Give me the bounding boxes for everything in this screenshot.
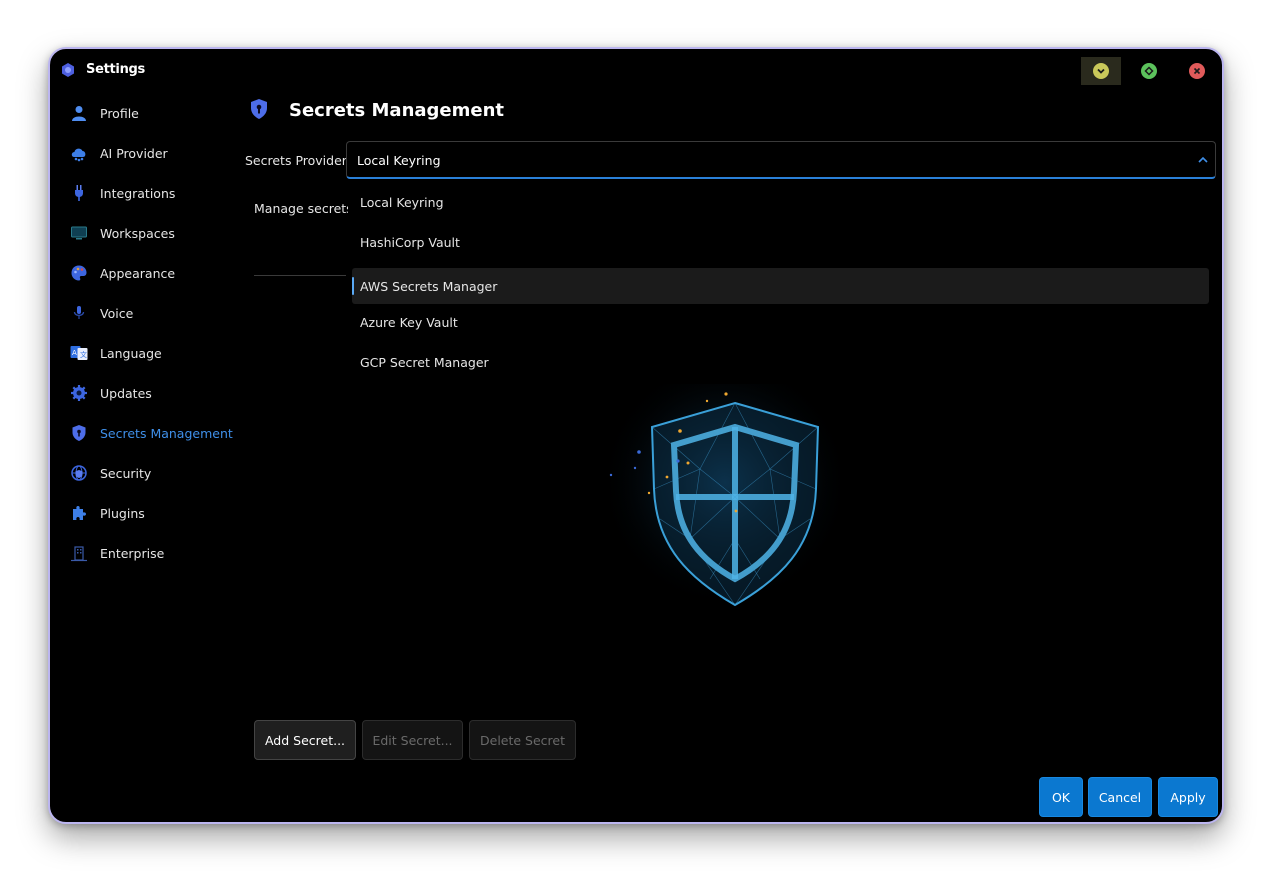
- svg-text:文: 文: [80, 350, 87, 359]
- sidebar-item-profile[interactable]: Profile: [50, 93, 240, 133]
- divider: [254, 275, 346, 276]
- chevron-up-icon: [1198, 156, 1208, 163]
- gear-icon: [70, 384, 88, 402]
- microphone-icon: [70, 304, 88, 322]
- sidebar-item-label: Workspaces: [100, 225, 175, 241]
- svg-text:A: A: [72, 349, 77, 357]
- sidebar-item-updates[interactable]: Updates: [50, 373, 240, 413]
- app-logo-icon: [62, 63, 74, 77]
- sidebar-item-appearance[interactable]: Appearance: [50, 253, 240, 293]
- sidebar-item-integrations[interactable]: Integrations: [50, 173, 240, 213]
- sidebar-item-secrets-management[interactable]: Secrets Management: [50, 413, 240, 453]
- sidebar-item-label: Enterprise: [100, 545, 165, 561]
- shield-keyhole-icon: [70, 424, 88, 442]
- sidebar-item-voice[interactable]: Voice: [50, 293, 240, 333]
- sidebar-item-label: Integrations: [100, 185, 176, 201]
- monitor-icon: [70, 224, 88, 242]
- manage-secrets-text: Manage secrets: [254, 201, 353, 216]
- close-icon: [1189, 63, 1205, 79]
- title-bar[interactable]: Settings: [50, 49, 1222, 91]
- sidebar-item-enterprise[interactable]: Enterprise: [50, 533, 240, 573]
- close-button[interactable]: [1177, 57, 1217, 85]
- sidebar-item-language[interactable]: A文 Language: [50, 333, 240, 373]
- sidebar-item-label: AI Provider: [100, 145, 168, 161]
- building-icon: [70, 544, 88, 562]
- page-title: Secrets Management: [289, 100, 505, 121]
- provider-option-gcp-secret-manager[interactable]: GCP Secret Manager: [352, 344, 1209, 380]
- provider-dropdown-list: Local Keyring HashiCorp Vault AWS Secret…: [348, 184, 1216, 384]
- sidebar-item-ai-provider[interactable]: AI Provider: [50, 133, 240, 173]
- shield-keyhole-icon: [251, 99, 267, 119]
- maximize-button[interactable]: [1129, 57, 1169, 85]
- sidebar-item-security[interactable]: Security: [50, 453, 240, 493]
- window-title: Settings: [86, 62, 145, 77]
- puzzle-icon: [70, 504, 88, 522]
- apply-button[interactable]: Apply: [1158, 777, 1218, 817]
- translate-icon: A文: [70, 344, 88, 362]
- shield-illustration: [609, 379, 840, 609]
- sidebar-item-label: Security: [100, 465, 152, 481]
- sidebar-item-label: Updates: [100, 385, 152, 401]
- sidebar-item-label: Secrets Management: [100, 425, 233, 441]
- sidebar-item-workspaces[interactable]: Workspaces: [50, 213, 240, 253]
- ok-button[interactable]: OK: [1039, 777, 1083, 817]
- user-icon: [70, 104, 88, 122]
- security-globe-icon: [70, 464, 88, 482]
- sidebar-item-label: Profile: [100, 105, 139, 121]
- cloud-ai-icon: [70, 144, 88, 162]
- sidebar-item-label: Language: [100, 345, 162, 361]
- provider-option-hashicorp-vault[interactable]: HashiCorp Vault: [352, 224, 1209, 260]
- secrets-provider-label: Secrets Provider:: [245, 153, 351, 168]
- provider-option-local-keyring[interactable]: Local Keyring: [352, 184, 1209, 220]
- provider-option-azure-key-vault[interactable]: Azure Key Vault: [352, 304, 1209, 340]
- chevron-down-icon: [1093, 63, 1109, 79]
- settings-window: Settings Profile AI Provider Integration…: [48, 47, 1224, 824]
- sidebar-item-label: Appearance: [100, 265, 176, 281]
- plug-icon: [70, 184, 88, 202]
- cancel-button[interactable]: Cancel: [1088, 777, 1152, 817]
- secrets-provider-select[interactable]: Local Keyring: [346, 141, 1216, 179]
- expand-icon: [1141, 63, 1157, 79]
- edit-secret-button[interactable]: Edit Secret...: [362, 720, 463, 760]
- sidebar-item-plugins[interactable]: Plugins: [50, 493, 240, 533]
- minimize-button[interactable]: [1081, 57, 1121, 85]
- palette-icon: [70, 264, 88, 282]
- delete-secret-button[interactable]: Delete Secret: [469, 720, 576, 760]
- provider-option-aws-secrets-manager[interactable]: AWS Secrets Manager: [352, 268, 1209, 304]
- selected-provider-value: Local Keyring: [357, 153, 441, 168]
- add-secret-button[interactable]: Add Secret...: [254, 720, 356, 760]
- sidebar-item-label: Plugins: [100, 505, 145, 521]
- sidebar-item-label: Voice: [100, 305, 134, 321]
